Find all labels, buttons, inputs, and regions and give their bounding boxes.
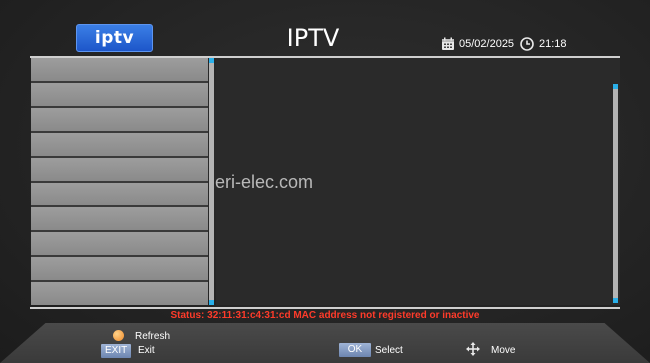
- clock-icon: [520, 37, 534, 51]
- move-label: Move: [491, 345, 516, 356]
- exit-label: Exit: [138, 345, 155, 356]
- scrollbar-bottom-cap: [613, 298, 618, 303]
- channel-list[interactable]: [31, 58, 208, 306]
- list-item[interactable]: [31, 157, 208, 183]
- footer-bar: [0, 323, 650, 363]
- scrollbar-bottom-cap: [209, 300, 214, 305]
- list-item[interactable]: [31, 207, 208, 233]
- time-display: 21:18: [539, 38, 567, 50]
- exit-key[interactable]: EXIT: [101, 344, 132, 358]
- scrollbar-top-cap: [209, 58, 214, 63]
- ok-key[interactable]: OK: [339, 343, 371, 357]
- move-arrows-icon: [466, 342, 480, 356]
- select-label: Select: [375, 345, 403, 356]
- list-item[interactable]: [31, 132, 208, 158]
- scrollbar-top-cap: [613, 84, 618, 89]
- status-message: Status: 32:11:31:c4:31:cd MAC address no…: [170, 310, 480, 321]
- refresh-key-icon[interactable]: [113, 330, 124, 341]
- calendar-icon: [442, 37, 454, 50]
- list-scrollbar[interactable]: [209, 58, 214, 305]
- list-item[interactable]: [31, 257, 208, 283]
- iptv-logo: iptv: [76, 24, 153, 52]
- list-item[interactable]: [31, 282, 208, 306]
- date-display: 05/02/2025: [459, 38, 515, 50]
- footer-divider: [30, 307, 620, 309]
- content-scrollbar[interactable]: [613, 84, 618, 303]
- list-item[interactable]: [31, 182, 208, 208]
- list-item[interactable]: [31, 58, 208, 83]
- list-item[interactable]: [31, 107, 208, 133]
- page-title: IPTV: [286, 24, 340, 52]
- refresh-label: Refresh: [135, 331, 171, 342]
- list-item[interactable]: [31, 232, 208, 258]
- list-item[interactable]: [31, 82, 208, 108]
- watermark: eri-elec.com: [215, 172, 314, 192]
